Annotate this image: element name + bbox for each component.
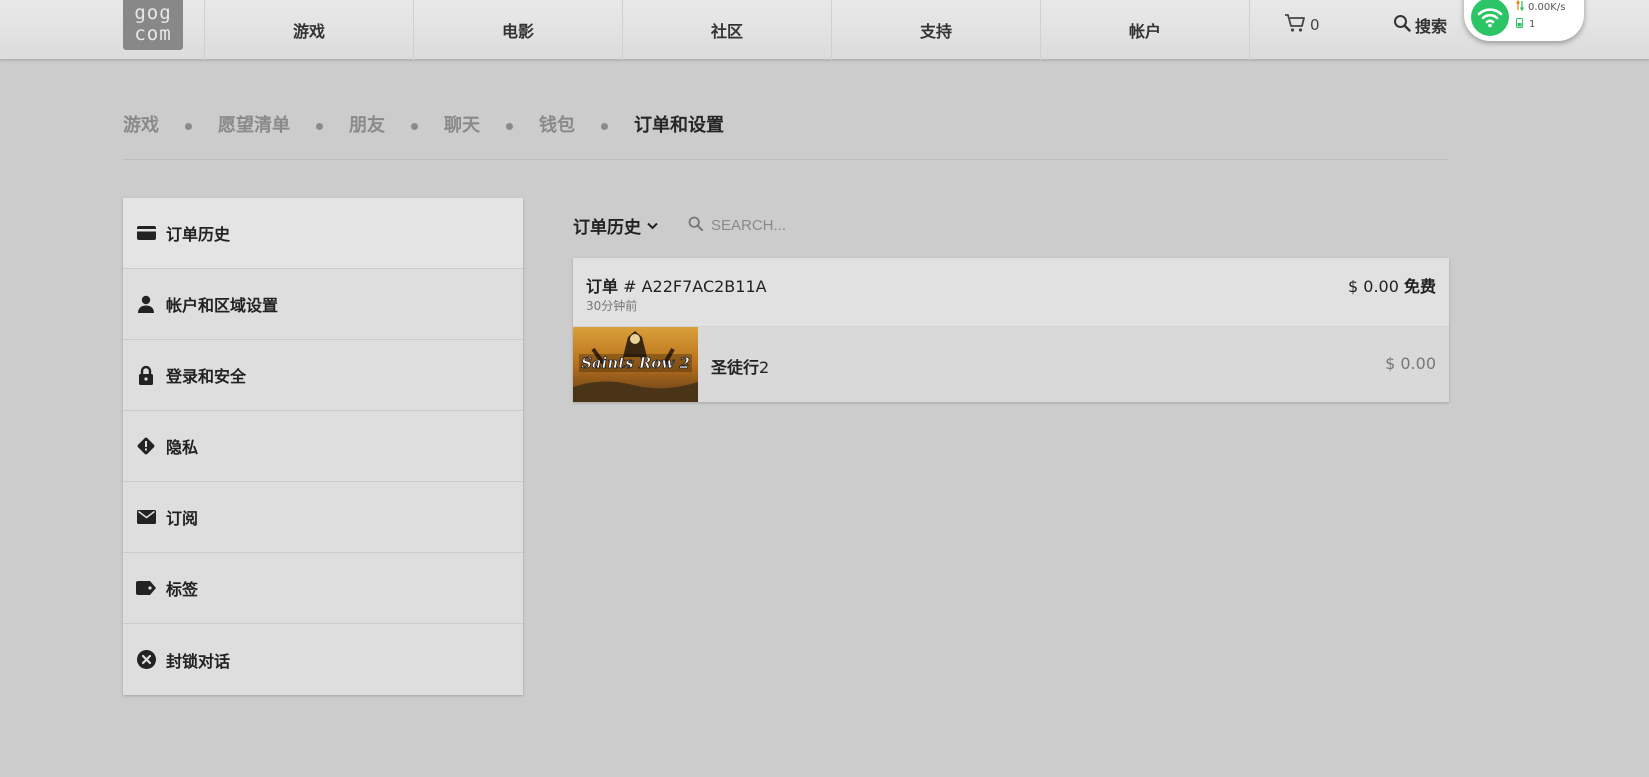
warning-diamond-icon xyxy=(136,436,156,456)
line-item-price: $ 0.00 xyxy=(1385,354,1436,373)
wifi-icon xyxy=(1471,0,1509,36)
sidebar-item-label: 登录和安全 xyxy=(166,367,247,386)
separator-dot xyxy=(601,123,608,130)
separator-dot xyxy=(411,123,418,130)
account-subnav: 游戏 愿望清单 朋友 聊天 钱包 订单和设置 xyxy=(123,112,1448,160)
sidebar-item-label: 帐户和区域设置 xyxy=(166,296,279,315)
logo-line-1: gog xyxy=(134,2,172,24)
network-speed-value: 0.00K/s xyxy=(1528,1,1566,13)
chevron-down-icon xyxy=(647,215,658,235)
cart-count: 0 xyxy=(1310,16,1320,34)
order-id-prefix: 订单 xyxy=(586,277,619,296)
logo-line-2: com xyxy=(134,23,172,45)
separator-dot xyxy=(185,123,192,130)
device-count-value: 1 xyxy=(1529,19,1536,30)
order-filter-dropdown[interactable]: 订单历史 xyxy=(573,213,658,238)
sidebar-item-login-security[interactable]: 登录和安全 xyxy=(123,340,523,411)
separator-dot xyxy=(506,123,513,130)
up-down-arrows-icon xyxy=(1515,0,1525,14)
separator-dot xyxy=(316,123,323,130)
block-icon xyxy=(136,650,156,670)
nav-support[interactable]: 支持 xyxy=(832,0,1041,60)
network-speed: 0.00K/s xyxy=(1515,0,1566,14)
gog-logo[interactable]: gog com xyxy=(123,0,183,50)
order-id-value: # A22F7AC2B11A xyxy=(623,277,767,296)
sidebar-item-label: 标签 xyxy=(166,580,199,599)
cart-button[interactable]: 0 xyxy=(1284,0,1320,50)
order-total-amount: $ 0.00 xyxy=(1348,277,1399,296)
sidebar-item-order-history[interactable]: 订单历史 xyxy=(123,198,523,269)
sidebar-item-label: 订单历史 xyxy=(166,225,231,244)
nav-community[interactable]: 社区 xyxy=(623,0,832,60)
order-total-note: 免费 xyxy=(1403,277,1436,296)
order-id: 订单 # A22F7AC2B11A xyxy=(586,273,767,297)
nav-movies[interactable]: 电影 xyxy=(414,0,623,60)
main-menu: 游戏 电影 社区 支持 帐户 xyxy=(204,0,1250,60)
subtab-games[interactable]: 游戏 xyxy=(123,112,159,140)
sidebar-item-tags[interactable]: 标签 xyxy=(123,553,523,624)
sidebar-item-subscriptions[interactable]: 订阅 xyxy=(123,482,523,553)
sidebar-item-label: 封锁对话 xyxy=(166,651,231,671)
subtab-wallet[interactable]: 钱包 xyxy=(539,112,575,140)
search-button[interactable]: 搜索 xyxy=(1393,0,1447,50)
device-icon xyxy=(1516,18,1523,31)
filter-label: 订单历史 xyxy=(573,217,641,238)
game-cover-image[interactable]: Saints Row 2 xyxy=(573,327,698,402)
line-title-cn: 圣徒行 xyxy=(711,358,760,377)
order-filter-bar: 订单历史 xyxy=(573,210,911,240)
order-card[interactable]: 订单 # A22F7AC2B11A 30分钟前 $ 0.00 免费 Saints… xyxy=(573,258,1449,402)
envelope-icon xyxy=(136,507,156,527)
sidebar-item-privacy[interactable]: 隐私 xyxy=(123,411,523,482)
top-navigation: gog com 游戏 电影 社区 支持 帐户 0 搜索 xyxy=(0,0,1649,60)
subtab-orders-settings[interactable]: 订单和设置 xyxy=(634,112,724,140)
settings-sidebar: 订单历史 帐户和区域设置 登录和安全 隐私 订阅 标签 封锁对话 xyxy=(123,198,523,695)
sidebar-item-account-region[interactable]: 帐户和区域设置 xyxy=(123,269,523,340)
user-icon xyxy=(136,294,156,314)
tag-icon xyxy=(136,578,156,598)
nav-games[interactable]: 游戏 xyxy=(205,0,414,60)
subtab-chat[interactable]: 聊天 xyxy=(444,112,480,140)
order-line-item[interactable]: Saints Row 2 圣徒行2 $ 0.00 xyxy=(573,327,1449,402)
subtab-friends[interactable]: 朋友 xyxy=(349,112,385,140)
sidebar-item-blocked-chats[interactable]: 封锁对话 xyxy=(123,624,523,695)
nav-account[interactable]: 帐户 xyxy=(1041,0,1250,60)
order-header[interactable]: 订单 # A22F7AC2B11A 30分钟前 $ 0.00 免费 xyxy=(573,258,1449,327)
search-icon xyxy=(688,216,703,235)
order-total: $ 0.00 免费 xyxy=(1348,273,1436,297)
cover-title: Saints Row 2 xyxy=(581,354,690,372)
credit-card-icon xyxy=(136,223,156,243)
sidebar-item-label: 订阅 xyxy=(166,509,199,528)
sidebar-item-label: 隐私 xyxy=(166,438,199,457)
search-icon xyxy=(1393,14,1411,36)
search-label: 搜索 xyxy=(1415,17,1448,36)
network-speed-widget[interactable]: 0.00K/s 1 xyxy=(1464,0,1584,41)
order-search-input[interactable] xyxy=(711,216,911,234)
device-count: 1 xyxy=(1516,18,1535,31)
subtab-wishlist[interactable]: 愿望清单 xyxy=(218,112,290,140)
cart-icon xyxy=(1284,13,1306,37)
lock-icon xyxy=(136,365,156,385)
line-title-num: 2 xyxy=(759,358,770,377)
order-time: 30分钟前 xyxy=(586,299,638,313)
order-search xyxy=(688,216,911,235)
line-item-title[interactable]: 圣徒行2 xyxy=(711,354,769,378)
